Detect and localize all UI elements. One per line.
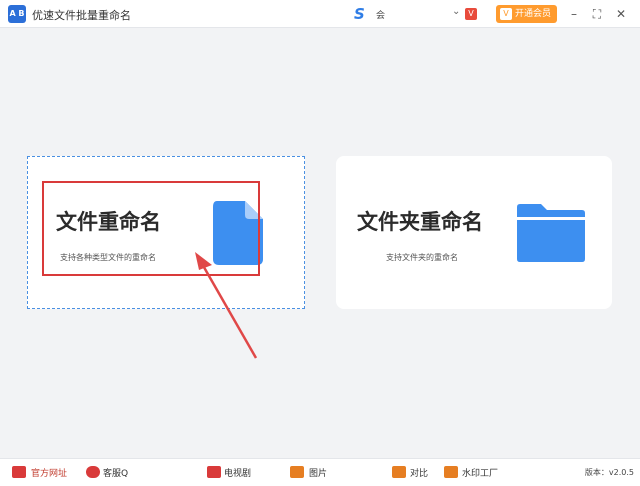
tv-icon (207, 466, 221, 478)
bottom-link-3[interactable]: 对比 (410, 466, 428, 479)
chevron-down-icon[interactable]: ⌄ (452, 6, 460, 17)
bottom-link-4[interactable]: 水印工厂 (462, 466, 498, 479)
vip-badge-icon: V (465, 8, 477, 20)
user-name[interactable]: 会 (376, 8, 385, 21)
open-vip-label: 开通会员 (515, 9, 552, 19)
app-logo-icon: A B (8, 5, 26, 23)
open-vip-button[interactable]: V 开通会员 (496, 5, 557, 23)
folder-rename-subtitle: 支持文件夹的重命名 (386, 253, 458, 262)
vip-crown-icon: V (500, 8, 512, 20)
version-label: 版本：v2.0.5 (584, 468, 634, 477)
minimize-button[interactable]: – (565, 5, 583, 23)
support-icon (86, 466, 100, 478)
app-title: 优速文件批量重命名 (32, 9, 131, 22)
user-logo-icon[interactable]: S (354, 5, 370, 23)
title-bar: A B 优速文件批量重命名 S 会 ⌄ V V 开通会员 – ⛶ ✕ (0, 0, 640, 28)
customer-service-link[interactable]: 客服Q (103, 466, 128, 479)
bottom-link-2[interactable]: 图片 (309, 466, 327, 479)
watermark-icon (444, 466, 458, 478)
bottom-bar: 官方网址 客服Q 电视剧 图片 对比 水印工厂 版本：v2.0.5 (0, 458, 640, 486)
compare-icon (392, 466, 406, 478)
website-icon (12, 466, 26, 478)
highlight-box (42, 181, 260, 276)
close-button[interactable]: ✕ (612, 5, 630, 23)
folder-icon (517, 204, 585, 262)
bottom-link-1[interactable]: 电视剧 (224, 466, 251, 479)
folder-rename-title: 文件夹重命名 (357, 210, 483, 234)
official-website-link[interactable]: 官方网址 (31, 466, 67, 479)
image-icon (290, 466, 304, 478)
maximize-button[interactable]: ⛶ (588, 5, 606, 23)
